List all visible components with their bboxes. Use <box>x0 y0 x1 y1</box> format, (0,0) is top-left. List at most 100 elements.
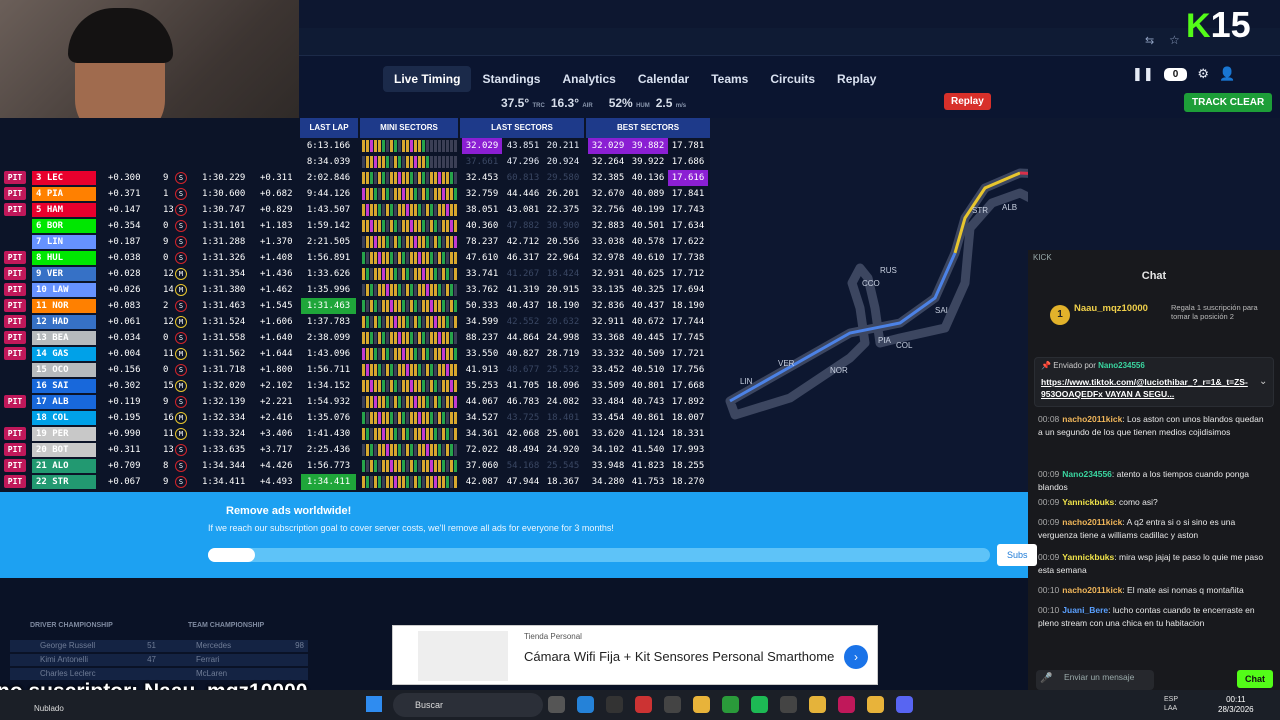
start-icon[interactable] <box>366 696 382 712</box>
app-icon[interactable] <box>664 696 681 713</box>
driver-position[interactable]: 21 ALO <box>32 459 96 473</box>
driver-laps: 14 <box>163 285 174 295</box>
sector-b1: 33.038 <box>591 237 625 247</box>
app-icon[interactable] <box>606 696 623 713</box>
pause-icon[interactable]: ❚❚ <box>1132 66 1154 82</box>
message-user[interactable]: Yannickbuks <box>1062 552 1114 562</box>
nav-item-replay[interactable]: Replay <box>826 66 887 92</box>
gear-icon[interactable]: ⚙ <box>1197 66 1209 82</box>
chat-message[interactable]: 00:09 Nano234556: atento a los tiempos cu… <box>1038 468 1268 494</box>
message-user[interactable]: nacho2011kick <box>1062 517 1122 527</box>
ad-open-icon[interactable]: › <box>844 645 868 669</box>
display-ad[interactable]: Tienda Personal Cámara Wifi Fija + Kit S… <box>392 625 878 685</box>
driver-position[interactable]: 6 BOR <box>32 219 96 233</box>
sector-b1: 32.978 <box>591 253 625 263</box>
message-user[interactable]: nacho2011kick <box>1062 414 1122 424</box>
sector-s2: 42.552 <box>506 317 540 327</box>
nav-item-standings[interactable]: Standings <box>471 66 551 92</box>
driver-int: +1.370 <box>260 237 293 247</box>
driver-laps: 11 <box>163 429 174 439</box>
driver-position[interactable]: 3 LEC <box>32 171 96 185</box>
driver-position[interactable]: 18 COL <box>32 411 96 425</box>
explorer-icon[interactable] <box>809 696 826 713</box>
keyboard-language[interactable]: ESP LAA <box>1164 695 1178 713</box>
driver-best: 1:33.324 <box>202 429 246 439</box>
pinned-link[interactable]: https://www.tiktok.com/@luciothibar_?_r=… <box>1041 376 1249 400</box>
chat-send-button[interactable]: Chat <box>1237 670 1273 688</box>
chat-message[interactable]: 00:10 nacho2011kick: El mate asi nomas q … <box>1038 584 1268 597</box>
nav-item-calendar[interactable]: Calendar <box>627 66 700 92</box>
driver-int: +3.406 <box>260 429 293 439</box>
sector-s1: 78.237 <box>465 237 499 247</box>
replay-button[interactable]: Replay <box>944 93 991 110</box>
driver-row: PIT 17 ALB +0.119 9 1:32.139 +2.221 S 1:54.932 4… <box>0 394 710 410</box>
discord-icon[interactable] <box>896 696 913 713</box>
delay-counter[interactable]: 0 <box>1163 67 1188 81</box>
sector-b3: 17.712 <box>671 269 705 279</box>
subscribe-button[interactable]: Subs <box>997 544 1037 566</box>
edge-icon[interactable] <box>577 696 594 713</box>
driver-position[interactable]: 11 NOR <box>32 299 96 313</box>
driver-position[interactable]: 13 BEA <box>32 331 96 345</box>
message-user[interactable]: nacho2011kick <box>1062 585 1122 595</box>
chrome-icon[interactable] <box>693 696 710 713</box>
champ-driver-row: Kimi Antonelli 47 <box>10 654 160 666</box>
driver-position[interactable]: 8 HUL <box>32 251 96 265</box>
driver-row: 18 COL +0.195 16 1:32.334 +2.416 M 1:35.076 34.… <box>0 410 710 426</box>
nav-item-live-timing[interactable]: Live Timing <box>383 66 472 92</box>
driver-position[interactable]: 5 HAM <box>32 203 96 217</box>
driver-position[interactable]: 17 ALB <box>32 395 96 409</box>
driver-position[interactable]: 9 VER <box>32 267 96 281</box>
driver-int: +4.426 <box>260 461 293 471</box>
driver-position[interactable]: 10 LAW <box>32 283 96 297</box>
taskbar-weather[interactable]: Nublado <box>34 704 64 713</box>
sector-b1: 32.756 <box>591 205 625 215</box>
message-user[interactable]: Nano234556 <box>1062 469 1112 479</box>
col-last-lap[interactable]: LAST LAP <box>300 118 358 138</box>
chat-message[interactable]: 00:09 nacho2011kick: A q2 entra si o si s… <box>1038 516 1268 542</box>
translate-icon[interactable]: ⇆ <box>1145 34 1154 47</box>
driver-position[interactable]: 22 STR <box>32 475 96 489</box>
nav-item-circuits[interactable]: Circuits <box>759 66 826 92</box>
star-icon[interactable]: ☆ <box>1169 33 1180 47</box>
chat-message[interactable]: 00:09 Yannickbuks: como asi? <box>1038 496 1268 509</box>
ad-title[interactable]: Cámara Wifi Fija + Kit Sensores Personal… <box>524 649 834 664</box>
user-icon[interactable]: 👤 <box>1219 66 1235 82</box>
chrome-icon[interactable] <box>867 696 884 713</box>
xbox-icon[interactable] <box>722 696 739 713</box>
mic-icon[interactable]: 🎤 <box>1040 673 1052 684</box>
task-view-icon[interactable] <box>548 696 565 713</box>
driver-position[interactable]: 15 OCO <box>32 363 96 377</box>
nav-item-analytics[interactable]: Analytics <box>551 66 626 92</box>
last-lap: 1:41.430 <box>306 429 351 439</box>
top-sub-user[interactable]: Naau_mqz10000 <box>1074 303 1148 314</box>
col-mini-sectors[interactable]: MINI SECTORS <box>360 118 458 138</box>
driver-position[interactable]: 20 BOT <box>32 443 96 457</box>
gift-sub-text[interactable]: Regala 1 suscripción para tomar la posic… <box>1171 303 1276 321</box>
col-best-sectors[interactable]: BEST SECTORS <box>586 118 710 138</box>
driver-position[interactable]: 19 PER <box>32 427 96 441</box>
chat-message[interactable]: 00:09 Yannickbuks: mira wsp jajaj te paso… <box>1038 551 1268 577</box>
spotify-icon[interactable] <box>751 696 768 713</box>
capcut-icon[interactable] <box>780 696 797 713</box>
message-user[interactable]: Juani_Bere <box>1062 605 1108 615</box>
driver-best: 1:31.562 <box>202 349 246 359</box>
col-last-sectors[interactable]: LAST SECTORS <box>460 118 584 138</box>
driver-position[interactable]: 16 SAI <box>32 379 96 393</box>
message-user[interactable]: Yannickbuks <box>1062 497 1114 507</box>
taskbar-search[interactable]: Buscar <box>393 693 543 717</box>
app-icon[interactable] <box>635 696 652 713</box>
driver-position[interactable]: 12 HAD <box>32 315 96 329</box>
chat-message[interactable]: 00:10 Juani_Bere: lucho contas cuando te … <box>1038 604 1268 630</box>
chat-message[interactable]: 00:08 nacho2011kick: Los aston con unos b… <box>1038 413 1268 439</box>
driver-position[interactable]: 14 GAS <box>32 347 96 361</box>
chevron-down-icon[interactable]: ⌄ <box>1259 376 1267 387</box>
tyre-icon: S <box>175 364 187 376</box>
team-championship-title: TEAM CHAMPIONSHIP <box>188 622 265 629</box>
chat-input[interactable]: 🎤 Enviar un mensaje <box>1036 670 1154 690</box>
driver-position[interactable]: 7 LIN <box>32 235 96 249</box>
tiktok-icon[interactable] <box>838 696 855 713</box>
driver-position[interactable]: 4 PIA <box>32 187 96 201</box>
taskbar-clock[interactable]: 00:11 28/3/2026 <box>1218 695 1254 715</box>
nav-item-teams[interactable]: Teams <box>700 66 759 92</box>
